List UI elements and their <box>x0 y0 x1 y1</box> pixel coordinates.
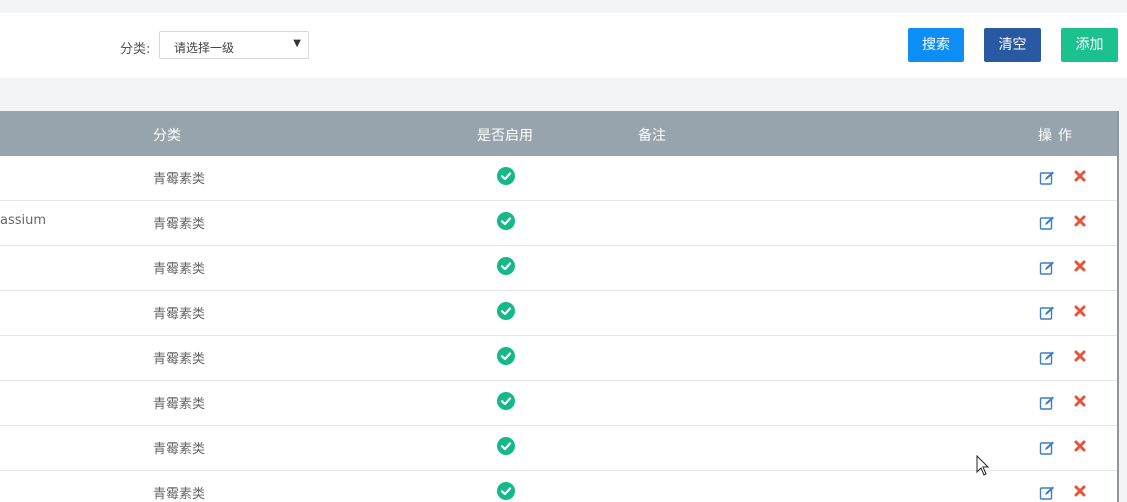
cell-category: 青霉素类 <box>153 172 206 187</box>
table-row: 青霉素类 <box>0 246 1117 291</box>
edit-icon[interactable] <box>1039 485 1055 501</box>
search-button[interactable]: 搜索 <box>908 28 964 62</box>
edit-icon[interactable] <box>1039 170 1055 186</box>
filter-bar: 分类: 请选择一级 ▼ 搜索 清空 添加 <box>0 13 1127 78</box>
header-operations: 操作 <box>1038 128 1078 144</box>
category-select-value: 请选择一级 <box>174 41 235 55</box>
cell-category: 青霉素类 <box>153 397 206 412</box>
table-row: 青霉素类 <box>0 426 1117 471</box>
cell-category: 青霉素类 <box>153 442 206 457</box>
delete-x-icon[interactable] <box>1073 304 1087 318</box>
check-circle-icon <box>497 212 515 230</box>
cell-name: assium <box>0 213 47 228</box>
edit-icon[interactable] <box>1039 260 1055 276</box>
edit-icon[interactable] <box>1039 305 1055 321</box>
delete-x-icon[interactable] <box>1073 439 1087 453</box>
clear-button[interactable]: 清空 <box>984 28 1041 62</box>
delete-x-icon[interactable] <box>1073 394 1087 408</box>
table-row: 青霉素类 <box>0 381 1117 426</box>
cell-category: 青霉素类 <box>153 217 206 232</box>
cell-category: 青霉素类 <box>153 352 206 367</box>
category-select[interactable]: 请选择一级 ▼ <box>159 31 309 59</box>
header-category: 分类 <box>153 128 181 144</box>
add-button[interactable]: 添加 <box>1061 28 1118 62</box>
cell-category: 青霉素类 <box>153 307 206 322</box>
category-filter-label: 分类: <box>120 42 151 57</box>
delete-x-icon[interactable] <box>1073 214 1087 228</box>
edit-icon[interactable] <box>1039 350 1055 366</box>
table-row: 青霉素类 <box>0 156 1117 201</box>
caret-down-icon: ▼ <box>293 38 301 49</box>
mouse-cursor-icon <box>976 455 990 476</box>
check-circle-icon <box>497 482 515 500</box>
header-remark: 备注 <box>638 128 666 144</box>
check-circle-icon <box>497 167 515 185</box>
edit-icon[interactable] <box>1039 215 1055 231</box>
delete-x-icon[interactable] <box>1073 259 1087 273</box>
check-circle-icon <box>497 347 515 365</box>
check-circle-icon <box>497 302 515 320</box>
check-circle-icon <box>497 392 515 410</box>
table-row: assium 青霉素类 <box>0 201 1117 246</box>
delete-x-icon[interactable] <box>1073 169 1087 183</box>
edit-icon[interactable] <box>1039 440 1055 456</box>
table-header: 分类 是否启用 备注 操作 <box>0 111 1117 156</box>
table-row: 青霉素类 <box>0 336 1117 381</box>
check-circle-icon <box>497 437 515 455</box>
header-enabled: 是否启用 <box>477 128 533 144</box>
data-table: 分类 是否启用 备注 操作 青霉素类 assium 青霉素类 青霉素类 青霉素类 青霉素类… <box>0 111 1119 502</box>
table-row: 青霉素类 <box>0 291 1117 336</box>
edit-icon[interactable] <box>1039 395 1055 411</box>
table-row: 青霉素类 <box>0 471 1117 502</box>
delete-x-icon[interactable] <box>1073 349 1087 363</box>
cell-category: 青霉素类 <box>153 262 206 277</box>
cell-category: 青霉素类 <box>153 487 206 502</box>
delete-x-icon[interactable] <box>1073 484 1087 498</box>
check-circle-icon <box>497 257 515 275</box>
